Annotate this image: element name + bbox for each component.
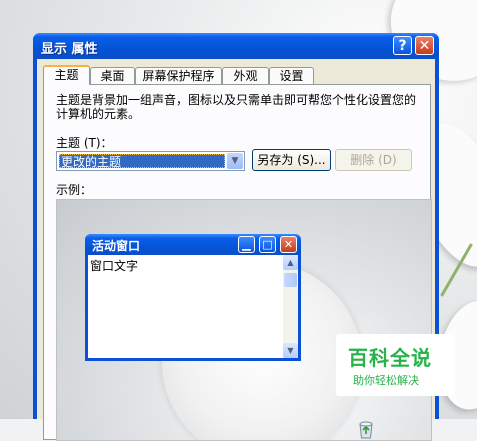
- dialog-title: 显示 属性: [41, 42, 98, 57]
- themes-description: 主题是背景加一组声音，图标以及只需单击即可帮您个性化设置您的计算机的元素。: [56, 93, 417, 121]
- theme-label: 主题 (T)：: [56, 136, 113, 150]
- watermark-title: 百科全说: [348, 346, 432, 370]
- theme-dropdown[interactable]: 更改的主题 ▼: [56, 151, 245, 171]
- minimize-icon: ▁: [238, 236, 255, 253]
- tab-screensaver[interactable]: 屏幕保护程序: [135, 67, 222, 84]
- window-text: 窗口文字: [90, 259, 139, 273]
- watermark-logo: 百科全说 助你轻松解决: [336, 334, 454, 396]
- close-button[interactable]: ✕: [415, 36, 434, 55]
- tab-appearance[interactable]: 外观: [222, 67, 269, 84]
- preview-label: 示例：: [56, 183, 93, 197]
- theme-dropdown-value: 更改的主题: [59, 154, 225, 169]
- tab-desktop[interactable]: 桌面: [90, 67, 135, 84]
- active-window-preview: 活动窗口 ▁ □ ✕ 窗口文字 ▲ ▼: [85, 234, 301, 361]
- chevron-down-icon[interactable]: ▼: [227, 153, 243, 169]
- active-window-body: 窗口文字 ▲ ▼: [88, 255, 298, 358]
- help-button[interactable]: ?: [393, 36, 412, 55]
- scroll-thumb: [284, 273, 297, 287]
- save-as-button[interactable]: 另存为 (S)...: [252, 149, 331, 171]
- watermark-subtitle: 助你轻松解决: [353, 374, 419, 387]
- close-icon: ✕: [280, 236, 297, 253]
- scroll-down-icon: ▼: [283, 343, 298, 358]
- delete-button[interactable]: 删除 (D): [335, 149, 412, 171]
- active-window-title: 活动窗口: [92, 239, 141, 253]
- vertical-scrollbar: ▲ ▼: [283, 255, 298, 358]
- dialog-titlebar[interactable]: 显示 属性 ? ✕: [33, 33, 439, 59]
- tab-settings[interactable]: 设置: [269, 67, 314, 84]
- active-window-titlebar: 活动窗口 ▁ □ ✕: [85, 234, 301, 255]
- recycle-bin-icon: [359, 421, 373, 439]
- theme-preview: 活动窗口 ▁ □ ✕ 窗口文字 ▲ ▼: [56, 199, 432, 441]
- tab-themes[interactable]: 主题: [43, 65, 90, 85]
- scroll-up-icon: ▲: [283, 255, 298, 270]
- maximize-icon: □: [259, 236, 276, 253]
